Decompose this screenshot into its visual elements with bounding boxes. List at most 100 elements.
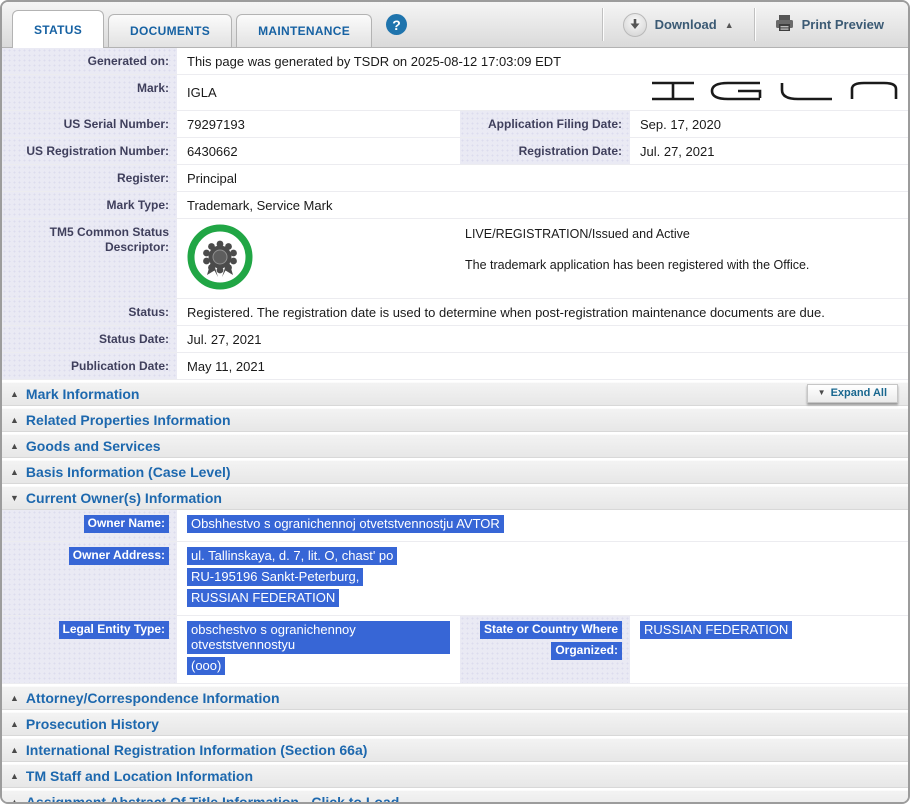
- collapsed-triangle-icon: ▲: [10, 798, 19, 804]
- status-date-value: Jul. 27, 2021: [177, 326, 908, 352]
- publication-date-row: Publication Date: May 11, 2021: [2, 353, 908, 380]
- status-row: Status: Registered. The registration dat…: [2, 299, 908, 326]
- expanded-triangle-icon: ▼: [10, 494, 19, 503]
- owner-address-line: ul. Tallinskaya, d. 7, lit. O, chast' po: [187, 547, 397, 565]
- section-title: Attorney/Correspondence Information: [26, 690, 280, 706]
- serial-number-value: 79297193: [177, 111, 460, 137]
- section-title: Goods and Services: [26, 438, 161, 454]
- section-basis-information[interactable]: ▲ Basis Information (Case Level): [2, 460, 908, 484]
- section-goods-and-services[interactable]: ▲ Goods and Services: [2, 434, 908, 458]
- section-title: Prosecution History: [26, 716, 159, 732]
- section-assignment-abstract[interactable]: ▲ Assignment Abstract Of Title Informati…: [2, 790, 908, 804]
- print-preview-button[interactable]: Print Preview: [755, 2, 904, 47]
- tm5-status-row: TM5 Common Status Descriptor:: [2, 219, 908, 299]
- registration-date-value: Jul. 27, 2021: [630, 138, 908, 164]
- tm5-award-ribbon-icon: [187, 224, 253, 293]
- owner-address-label-cell: Owner Address:: [2, 542, 177, 615]
- mark-row: Mark: IGLA: [2, 75, 908, 111]
- collapsed-triangle-icon: ▲: [10, 772, 19, 781]
- help-icon[interactable]: ?: [386, 14, 407, 35]
- register-value: Principal: [177, 165, 908, 191]
- register-row: Register: Principal: [2, 165, 908, 192]
- collapsed-triangle-icon: ▲: [10, 694, 19, 703]
- section-title: Mark Information: [26, 386, 140, 402]
- download-label: Download: [655, 17, 717, 32]
- tm5-status-text: LIVE/REGISTRATION/Issued and Active The …: [253, 224, 809, 273]
- tm5-value-cell: LIVE/REGISTRATION/Issued and Active The …: [177, 219, 908, 298]
- igla-logo-image: [648, 78, 898, 107]
- legal-entity-value-cell: obschestvo s ogranichennoy otveststvenno…: [177, 616, 460, 683]
- generated-on-value: This page was generated by TSDR on 2025-…: [177, 48, 908, 74]
- filing-date-label: Application Filing Date:: [460, 111, 630, 137]
- section-title: Assignment Abstract Of Title Information…: [26, 794, 399, 804]
- section-current-owners[interactable]: ▼ Current Owner(s) Information: [2, 486, 908, 510]
- owner-name-value-cell: Obshhestvo s ogranichennoj otvetstvennos…: [177, 510, 908, 541]
- generated-on-row: Generated on: This page was generated by…: [2, 48, 908, 75]
- collapsed-triangle-icon: ▲: [10, 468, 19, 477]
- owner-address-row: Owner Address: ul. Tallinskaya, d. 7, li…: [2, 542, 908, 616]
- expand-all-button[interactable]: ▼ Expand All: [807, 384, 898, 403]
- state-organized-value-cell: RUSSIAN FEDERATION: [630, 616, 908, 683]
- owner-address-line: RU-195196 Sankt-Peterburg,: [187, 568, 363, 586]
- status-date-label: Status Date:: [2, 326, 177, 352]
- mark-type-label: Mark Type:: [2, 192, 177, 218]
- owner-address-label: Owner Address:: [69, 547, 169, 565]
- section-mark-information[interactable]: ▲ Mark Information ▼ Expand All: [2, 382, 908, 406]
- owner-name-label: Owner Name:: [84, 515, 169, 533]
- owner-address-line: RUSSIAN FEDERATION: [187, 589, 339, 607]
- state-organized-label-line: State or Country Where: [480, 621, 622, 639]
- collapsed-triangle-icon: ▲: [10, 746, 19, 755]
- section-title: Basis Information (Case Level): [26, 464, 231, 480]
- serial-number-row: US Serial Number: 79297193 Application F…: [2, 111, 908, 138]
- serial-number-label: US Serial Number:: [2, 111, 177, 137]
- expand-all-caret-icon: ▼: [818, 389, 826, 397]
- section-international-registration[interactable]: ▲ International Registration Information…: [2, 738, 908, 762]
- section-related-properties[interactable]: ▲ Related Properties Information: [2, 408, 908, 432]
- section-attorney-correspondence[interactable]: ▲ Attorney/Correspondence Information: [2, 686, 908, 710]
- legal-entity-line: (ooo): [187, 657, 225, 675]
- publication-date-label: Publication Date:: [2, 353, 177, 379]
- status-label: Status:: [2, 299, 177, 325]
- tm5-label: TM5 Common Status Descriptor:: [2, 219, 177, 298]
- section-prosecution-history[interactable]: ▲ Prosecution History: [2, 712, 908, 736]
- registration-date-label: Registration Date:: [460, 138, 630, 164]
- mark-type-row: Mark Type: Trademark, Service Mark: [2, 192, 908, 219]
- tab-status[interactable]: STATUS: [12, 10, 104, 48]
- collapse-arrow-icon: ▲: [725, 20, 734, 30]
- mark-value-cell: IGLA: [177, 75, 908, 110]
- section-title: TM Staff and Location Information: [26, 768, 253, 784]
- printer-icon: [775, 15, 794, 35]
- section-title: Related Properties Information: [26, 412, 231, 428]
- tab-documents[interactable]: DOCUMENTS: [108, 14, 232, 47]
- legal-entity-row: Legal Entity Type: obschestvo s ogranich…: [2, 616, 908, 684]
- registration-number-value: 6430662: [177, 138, 460, 164]
- publication-date-value: May 11, 2021: [177, 353, 908, 379]
- filing-date-value: Sep. 17, 2020: [630, 111, 908, 137]
- state-organized-value: RUSSIAN FEDERATION: [640, 621, 792, 639]
- registration-number-label: US Registration Number:: [2, 138, 177, 164]
- tab-bar: STATUS DOCUMENTS MAINTENANCE ? Download …: [2, 2, 908, 48]
- status-value: Registered. The registration date is use…: [177, 299, 908, 325]
- tab-maintenance[interactable]: MAINTENANCE: [236, 14, 372, 47]
- tm5-status-line: LIVE/REGISTRATION/Issued and Active: [465, 227, 809, 242]
- download-button[interactable]: Download ▲: [603, 2, 754, 47]
- collapsed-triangle-icon: ▲: [10, 390, 19, 399]
- section-title: Current Owner(s) Information: [26, 490, 222, 506]
- mark-value: IGLA: [187, 85, 217, 100]
- generated-on-label: Generated on:: [2, 48, 177, 74]
- collapsed-triangle-icon: ▲: [10, 720, 19, 729]
- register-label: Register:: [2, 165, 177, 191]
- mark-type-value: Trademark, Service Mark: [177, 192, 908, 218]
- state-organized-label-line: Organized:: [551, 642, 622, 660]
- toolbar-right: Download ▲ Print Preview: [602, 2, 904, 47]
- legal-entity-line: obschestvo s ogranichennoy otveststvenno…: [187, 621, 450, 654]
- print-preview-label: Print Preview: [802, 17, 884, 32]
- registration-number-row: US Registration Number: 6430662 Registra…: [2, 138, 908, 165]
- tsdr-status-page: STATUS DOCUMENTS MAINTENANCE ? Download …: [0, 0, 910, 804]
- state-organized-label-cell: State or Country Where Organized:: [460, 616, 630, 683]
- section-title: International Registration Information (…: [26, 742, 367, 758]
- section-tm-staff-location[interactable]: ▲ TM Staff and Location Information: [2, 764, 908, 788]
- expand-all-label: Expand All: [831, 387, 887, 399]
- owner-name-label-cell: Owner Name:: [2, 510, 177, 541]
- tm5-status-description: The trademark application has been regis…: [465, 258, 809, 273]
